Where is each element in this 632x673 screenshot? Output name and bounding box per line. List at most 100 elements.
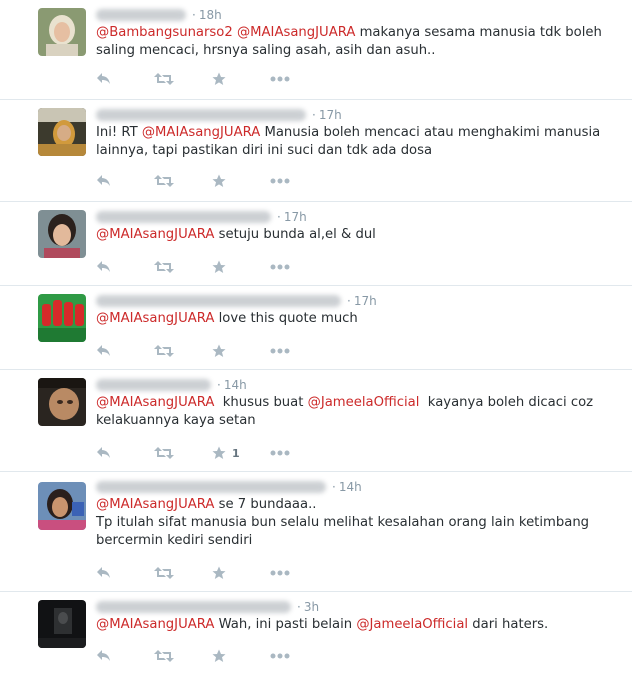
retweet-icon bbox=[154, 566, 174, 580]
mention-link[interactable]: @MAIAsangJUARA bbox=[96, 497, 214, 512]
tweet[interactable]: · 14h @MAIAsangJUARA se 7 bundaaa.. Tp i… bbox=[0, 472, 632, 592]
tweet[interactable]: · 3h @MAIAsangJUARA Wah, ini pasti belai… bbox=[0, 592, 632, 673]
tweet[interactable]: · 18h @Bambangsunarso2 @MAIAsangJUARA ma… bbox=[0, 0, 632, 100]
tweet-header: · 14h bbox=[96, 478, 362, 496]
tweet-actions: 1 bbox=[96, 444, 328, 462]
more-button[interactable] bbox=[270, 258, 328, 276]
retweet-button[interactable] bbox=[154, 342, 212, 360]
tweet-header: · 17h bbox=[96, 208, 307, 226]
tweet[interactable]: · 17h Ini! RT @MAIAsangJUARA Manusia bol… bbox=[0, 100, 632, 202]
retweet-button[interactable] bbox=[154, 564, 212, 582]
reply-button[interactable] bbox=[96, 647, 154, 665]
favorite-count: 1 bbox=[232, 446, 240, 460]
tweet[interactable]: · 17h @MAIAsangJUARA love this quote muc… bbox=[0, 286, 632, 370]
tweet-body: setuju bunda al,el & dul bbox=[218, 227, 376, 242]
username-blurred[interactable] bbox=[96, 109, 306, 121]
username-blurred[interactable] bbox=[96, 295, 341, 307]
timestamp[interactable]: 18h bbox=[199, 8, 222, 22]
timestamp[interactable]: 14h bbox=[339, 480, 362, 494]
more-icon bbox=[270, 653, 290, 659]
retweet-button[interactable] bbox=[154, 172, 212, 190]
timestamp[interactable]: 17h bbox=[319, 108, 342, 122]
tweet-actions bbox=[96, 70, 328, 88]
reply-button[interactable] bbox=[96, 70, 154, 88]
separator: · bbox=[347, 294, 351, 308]
avatar[interactable] bbox=[38, 482, 86, 530]
more-button[interactable] bbox=[270, 564, 328, 582]
mention-link[interactable]: @MAIAsangJUARA bbox=[96, 395, 214, 410]
reply-button[interactable] bbox=[96, 258, 154, 276]
more-button[interactable] bbox=[270, 647, 328, 665]
tweet-body-first: se 7 bundaaa.. bbox=[218, 497, 317, 512]
mention-link[interactable]: @MAIAsangJUARA bbox=[142, 125, 260, 140]
retweet-button[interactable] bbox=[154, 70, 212, 88]
more-icon bbox=[270, 570, 290, 576]
mention-link[interactable]: @MAIAsangJUARA bbox=[96, 311, 214, 326]
separator: · bbox=[332, 480, 336, 494]
reply-button[interactable] bbox=[96, 342, 154, 360]
avatar[interactable] bbox=[38, 600, 86, 648]
mention-link[interactable]: @MAIAsangJUARA bbox=[96, 617, 214, 632]
tweet-text: @MAIAsangJUARA setuju bunda al,el & dul bbox=[96, 226, 612, 244]
reply-button[interactable] bbox=[96, 172, 154, 190]
mention-link[interactable]: @JameelaOfficial bbox=[308, 395, 420, 410]
tweet-body: love this quote much bbox=[218, 311, 358, 326]
avatar[interactable] bbox=[38, 378, 86, 426]
avatar[interactable] bbox=[38, 108, 86, 156]
mention-link[interactable]: @JameelaOfficial bbox=[356, 617, 468, 632]
separator: · bbox=[312, 108, 316, 122]
tweet-header: · 17h bbox=[96, 292, 377, 310]
mention-link[interactable]: @Bambangsunarso2 bbox=[96, 25, 233, 40]
favorite-button[interactable] bbox=[212, 258, 270, 276]
mention-link[interactable]: @MAIAsangJUARA bbox=[237, 25, 355, 40]
separator: · bbox=[217, 378, 221, 392]
more-button[interactable] bbox=[270, 172, 328, 190]
retweet-icon bbox=[154, 344, 174, 358]
favorite-button[interactable]: 1 bbox=[212, 444, 270, 462]
tweet-header: · 18h bbox=[96, 6, 222, 24]
avatar[interactable] bbox=[38, 8, 86, 56]
more-button[interactable] bbox=[270, 444, 328, 462]
tweet-actions bbox=[96, 564, 328, 582]
tweet-feed: · 18h @Bambangsunarso2 @MAIAsangJUARA ma… bbox=[0, 0, 632, 673]
timestamp[interactable]: 17h bbox=[354, 294, 377, 308]
favorite-icon bbox=[212, 72, 226, 86]
tweet-text: @Bambangsunarso2 @MAIAsangJUARA makanya … bbox=[96, 24, 612, 60]
retweet-button[interactable] bbox=[154, 258, 212, 276]
tweet-body: dari haters. bbox=[472, 617, 549, 632]
timestamp[interactable]: 3h bbox=[304, 600, 319, 614]
retweet-button[interactable] bbox=[154, 444, 212, 462]
tweet-text: @MAIAsangJUARA love this quote much bbox=[96, 310, 612, 328]
favorite-icon bbox=[212, 344, 226, 358]
more-button[interactable] bbox=[270, 342, 328, 360]
reply-icon bbox=[96, 174, 112, 188]
reply-icon bbox=[96, 566, 112, 580]
avatar[interactable] bbox=[38, 210, 86, 258]
favorite-button[interactable] bbox=[212, 647, 270, 665]
tweet[interactable]: · 14h @MAIAsangJUARA khusus buat @Jameel… bbox=[0, 370, 632, 472]
username-blurred[interactable] bbox=[96, 9, 186, 21]
reply-button[interactable] bbox=[96, 444, 154, 462]
timestamp[interactable]: 14h bbox=[224, 378, 247, 392]
favorite-button[interactable] bbox=[212, 564, 270, 582]
username-blurred[interactable] bbox=[96, 601, 291, 613]
retweet-button[interactable] bbox=[154, 647, 212, 665]
timestamp[interactable]: 17h bbox=[284, 210, 307, 224]
username-blurred[interactable] bbox=[96, 211, 271, 223]
tweet-body-mid: khusus buat bbox=[222, 395, 304, 410]
username-blurred[interactable] bbox=[96, 481, 326, 493]
username-blurred[interactable] bbox=[96, 379, 211, 391]
tweet-text: @MAIAsangJUARA khusus buat @JameelaOffic… bbox=[96, 394, 612, 430]
avatar[interactable] bbox=[38, 294, 86, 342]
mention-link[interactable]: @MAIAsangJUARA bbox=[96, 227, 214, 242]
favorite-button[interactable] bbox=[212, 172, 270, 190]
reply-button[interactable] bbox=[96, 564, 154, 582]
favorite-button[interactable] bbox=[212, 342, 270, 360]
more-button[interactable] bbox=[270, 70, 328, 88]
tweet[interactable]: · 17h @MAIAsangJUARA setuju bunda al,el … bbox=[0, 202, 632, 286]
more-icon bbox=[270, 348, 290, 354]
more-icon bbox=[270, 178, 290, 184]
separator: · bbox=[277, 210, 281, 224]
favorite-button[interactable] bbox=[212, 70, 270, 88]
reply-icon bbox=[96, 649, 112, 663]
